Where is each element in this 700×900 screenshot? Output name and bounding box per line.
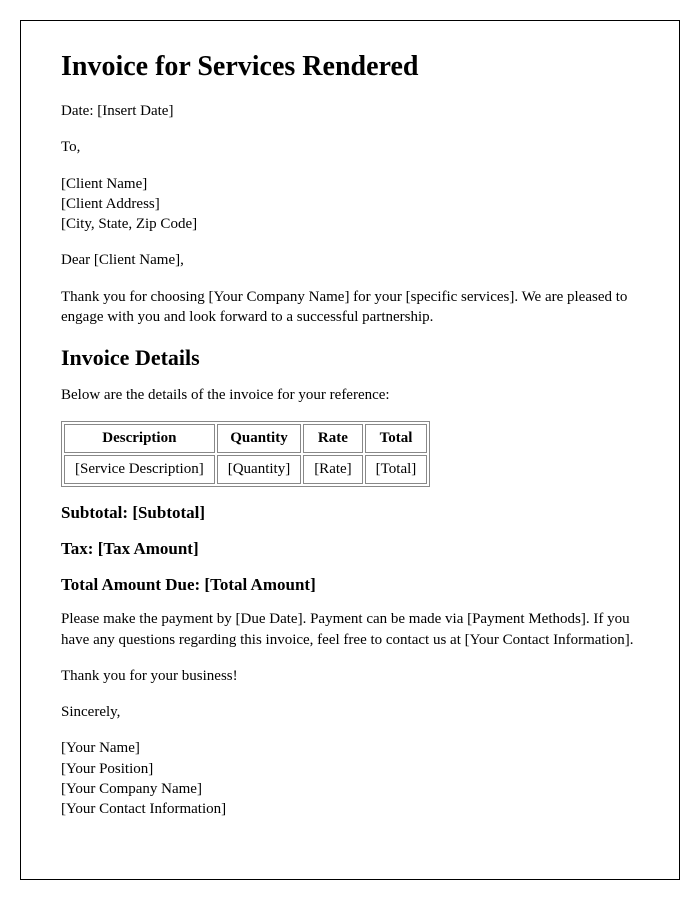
header-description: Description [64, 424, 215, 453]
client-address: [Client Address] [61, 194, 639, 214]
payment-paragraph: Please make the payment by [Due Date]. P… [61, 609, 639, 650]
details-intro: Below are the details of the invoice for… [61, 385, 639, 405]
page-title: Invoice for Services Rendered [61, 51, 639, 83]
sender-company: [Your Company Name] [61, 779, 639, 799]
cell-description: [Service Description] [64, 455, 215, 484]
header-rate: Rate [303, 424, 362, 453]
client-name: [Client Name] [61, 174, 639, 194]
total-due-line: Total Amount Due: [Total Amount] [61, 575, 639, 595]
invoice-details-heading: Invoice Details [61, 345, 639, 371]
thankyou-line: Thank you for your business! [61, 666, 639, 686]
sender-position: [Your Position] [61, 759, 639, 779]
invoice-table: Description Quantity Rate Total [Service… [61, 421, 430, 487]
header-quantity: Quantity [217, 424, 301, 453]
sender-name: [Your Name] [61, 738, 639, 758]
cell-total: [Total] [365, 455, 428, 484]
salutation: Dear [Client Name], [61, 250, 639, 270]
client-city-state-zip: [City, State, Zip Code] [61, 214, 639, 234]
table-header-row: Description Quantity Rate Total [64, 424, 427, 453]
sender-block: [Your Name] [Your Position] [Your Compan… [61, 738, 639, 819]
to-label: To, [61, 137, 639, 157]
date-line: Date: [Insert Date] [61, 101, 639, 121]
cell-quantity: [Quantity] [217, 455, 301, 484]
header-total: Total [365, 424, 428, 453]
client-address-block: [Client Name] [Client Address] [City, St… [61, 174, 639, 235]
subtotal-line: Subtotal: [Subtotal] [61, 503, 639, 523]
closing-line: Sincerely, [61, 702, 639, 722]
sender-contact: [Your Contact Information] [61, 799, 639, 819]
invoice-page: Invoice for Services Rendered Date: [Ins… [20, 20, 680, 880]
cell-rate: [Rate] [303, 455, 362, 484]
tax-line: Tax: [Tax Amount] [61, 539, 639, 559]
table-row: [Service Description] [Quantity] [Rate] … [64, 455, 427, 484]
intro-paragraph: Thank you for choosing [Your Company Nam… [61, 287, 639, 328]
